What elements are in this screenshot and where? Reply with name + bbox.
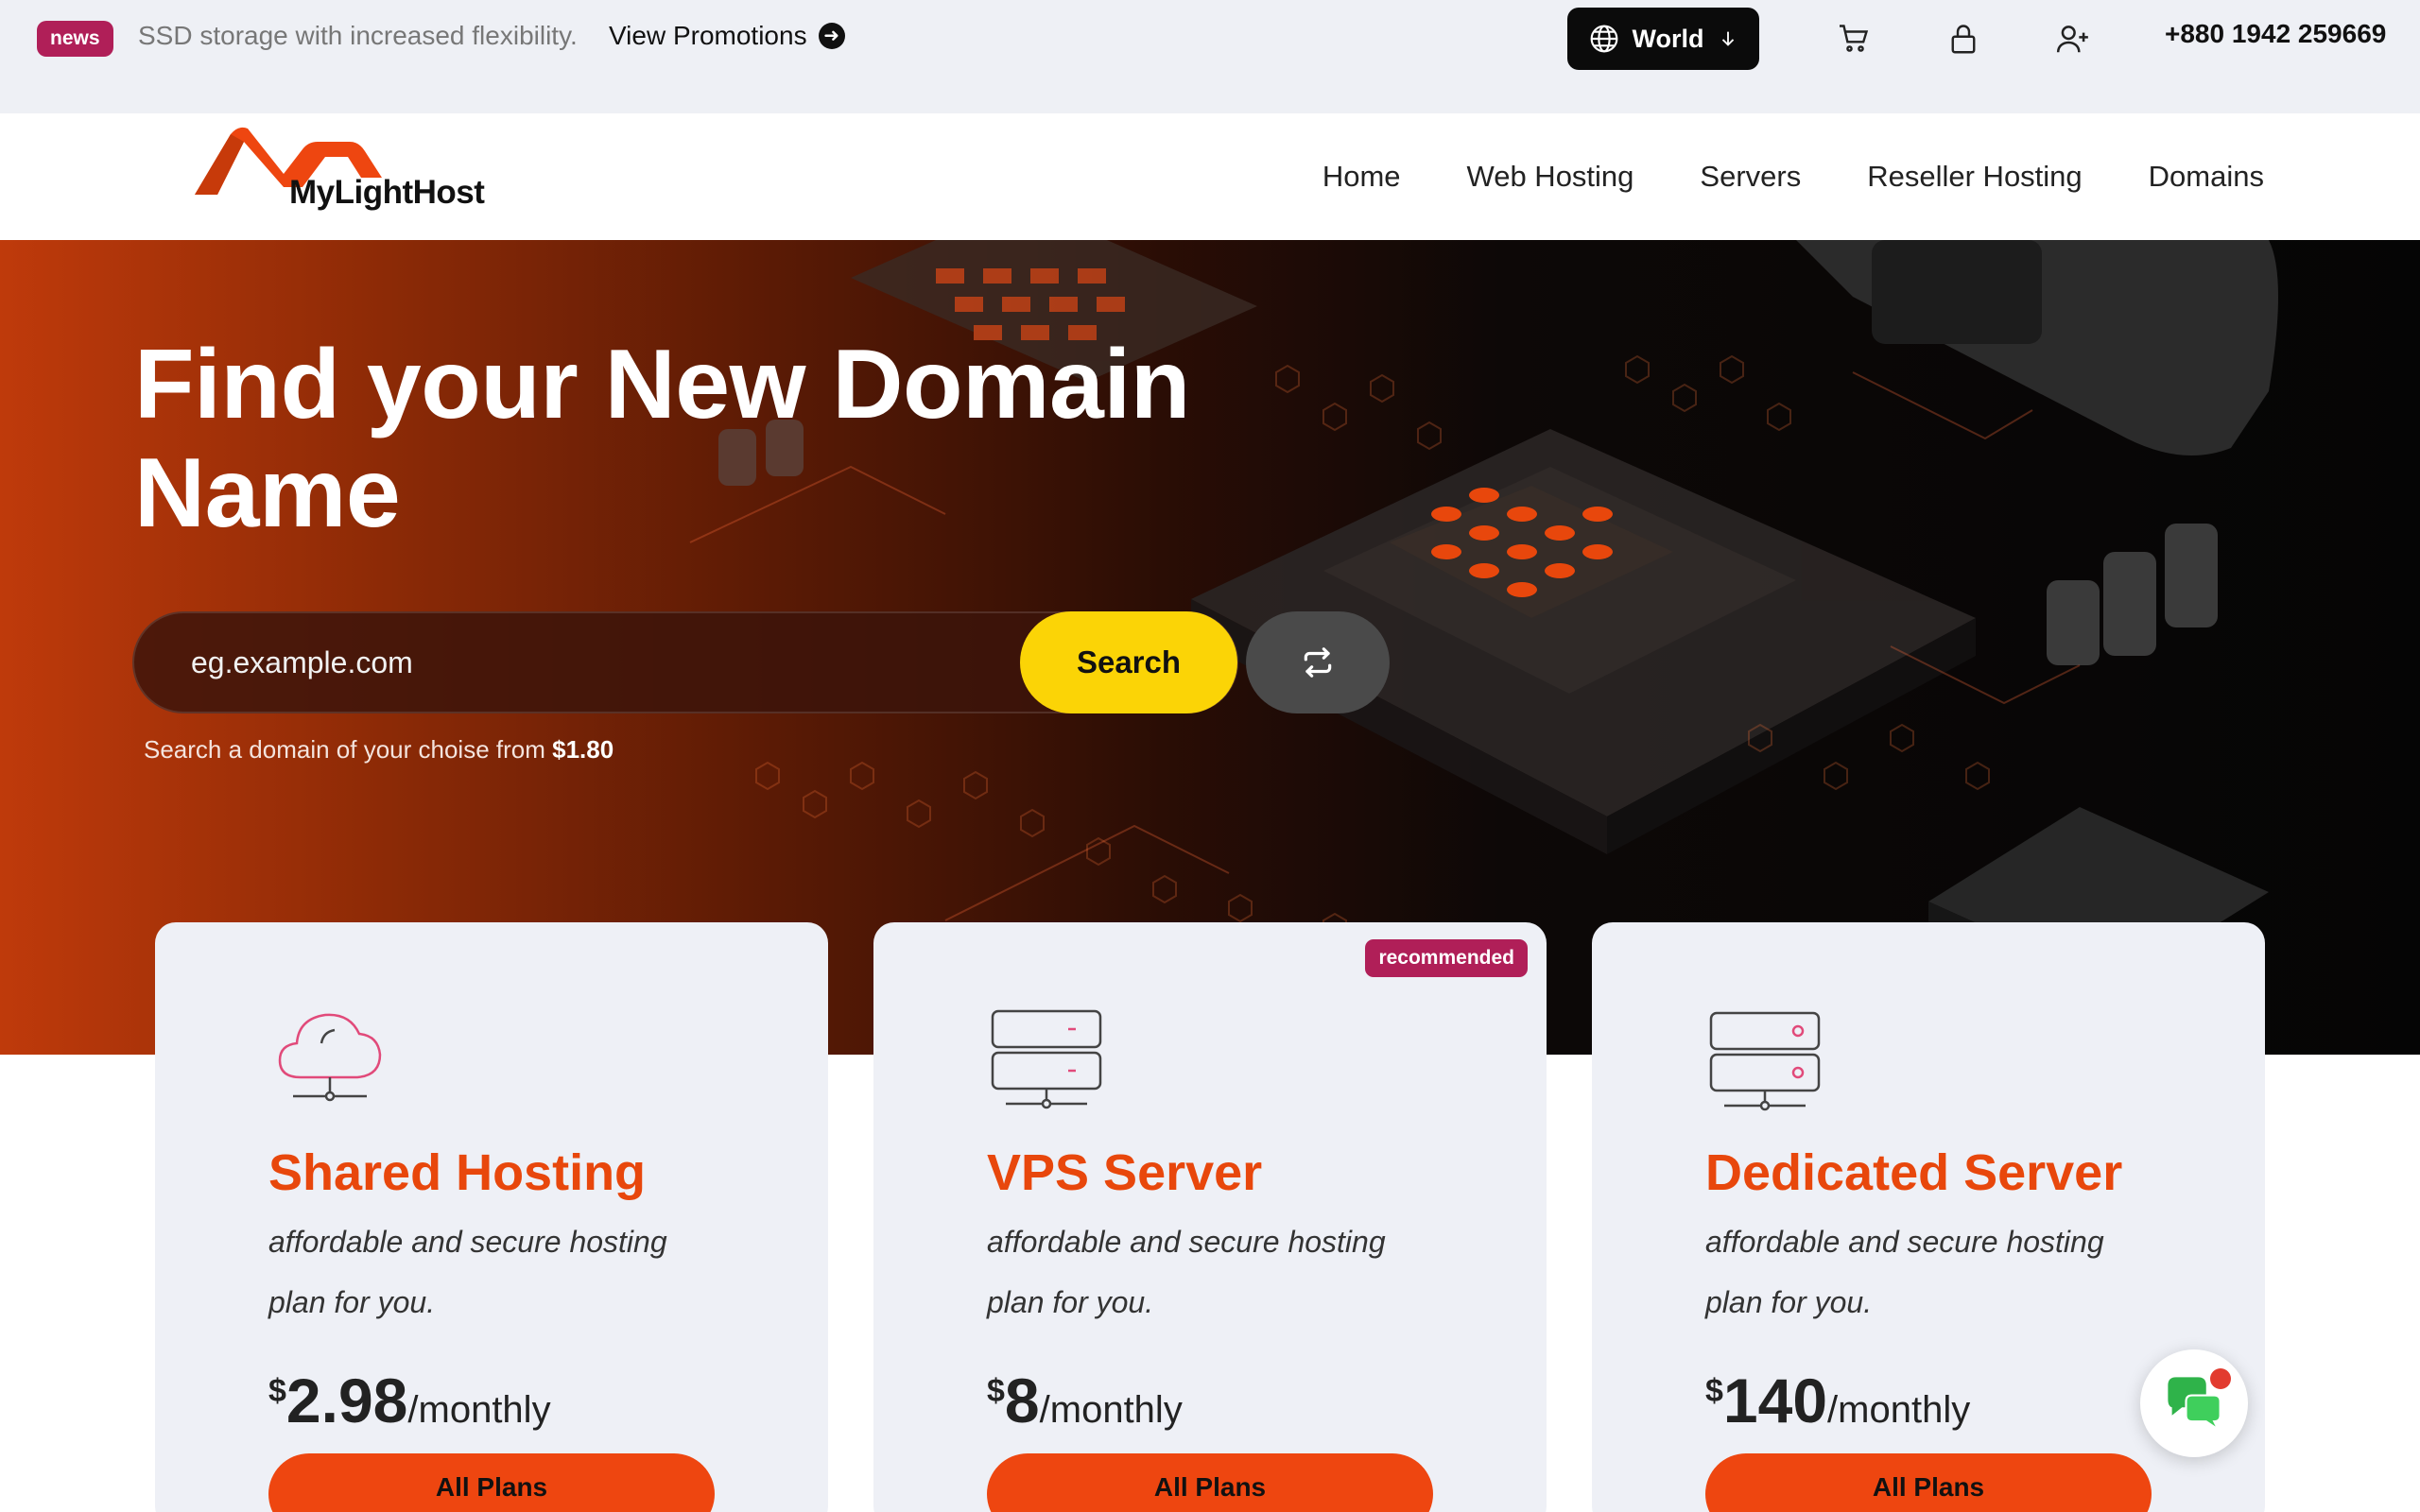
plan-price: $2.98/monthly bbox=[268, 1365, 551, 1436]
view-promotions-label: View Promotions bbox=[609, 21, 807, 50]
region-label: World bbox=[1632, 24, 1704, 53]
nav-item-web-hosting[interactable]: Web Hosting bbox=[1467, 160, 1634, 194]
all-plans-label: All Plans bbox=[1872, 1472, 1985, 1502]
lock-icon[interactable] bbox=[1942, 17, 1985, 60]
price-period: /monthly bbox=[1827, 1389, 1971, 1431]
all-plans-label: All Plans bbox=[1153, 1472, 1267, 1502]
top-bar: news SSD storage with increased flexibil… bbox=[0, 0, 2420, 113]
nav-item-home[interactable]: Home bbox=[1322, 160, 1401, 194]
view-promotions-link[interactable]: View Promotions ➜ bbox=[609, 17, 845, 55]
plan-description: affordable and secure hosting plan for y… bbox=[987, 1225, 1386, 1319]
nav-item-reseller-hosting[interactable]: Reseller Hosting bbox=[1867, 160, 2082, 194]
plan-description: affordable and secure hosting plan for y… bbox=[1705, 1225, 2104, 1319]
nav-item-servers[interactable]: Servers bbox=[1700, 160, 1801, 194]
search-hint: Search a domain of your choise from $1.8… bbox=[144, 735, 614, 765]
all-plans-button[interactable]: All Plans bbox=[268, 1453, 715, 1512]
nav-item-domains[interactable]: Domains bbox=[2149, 160, 2264, 194]
main-navigation: MyLightHost Home Web Hosting Servers Res… bbox=[0, 113, 2420, 240]
user-plus-icon[interactable] bbox=[2051, 17, 2095, 60]
phone-number[interactable]: +880 1942 259669 bbox=[2165, 15, 2386, 53]
domain-search-input[interactable] bbox=[191, 613, 1042, 712]
site-logo[interactable]: MyLightHost bbox=[193, 121, 505, 234]
price-currency: $ bbox=[268, 1373, 286, 1409]
all-plans-button[interactable]: All Plans bbox=[987, 1453, 1433, 1512]
plan-card-shared-hosting: Shared Hosting affordable and secure hos… bbox=[155, 922, 828, 1512]
plan-card-vps-server: recommended VPS Server affordable and se… bbox=[873, 922, 1547, 1512]
price-currency: $ bbox=[1705, 1373, 1723, 1409]
search-hint-text: Search a domain of your choise from bbox=[144, 735, 545, 764]
globe-icon bbox=[1590, 25, 1617, 53]
all-plans-button[interactable]: All Plans bbox=[1705, 1453, 2152, 1512]
news-badge: news bbox=[37, 21, 113, 57]
promo-text: SSD storage with increased flexibility. bbox=[138, 21, 578, 50]
server-network-icon bbox=[991, 1009, 1102, 1109]
price-amount: 8 bbox=[1004, 1366, 1040, 1435]
dedicated-server-icon bbox=[1709, 1011, 1821, 1111]
arrow-right-circle-icon: ➜ bbox=[818, 23, 845, 49]
price-currency: $ bbox=[987, 1373, 1005, 1409]
repeat-arrows-icon bbox=[1304, 647, 1332, 678]
nav-links: Home Web Hosting Servers Reseller Hostin… bbox=[1322, 113, 2264, 240]
price-amount: 140 bbox=[1722, 1366, 1828, 1435]
logo-text: MyLightHost bbox=[289, 174, 485, 211]
plan-title: VPS Server bbox=[987, 1144, 1263, 1201]
search-button[interactable]: Search bbox=[1020, 611, 1237, 713]
price-amount: 2.98 bbox=[285, 1366, 408, 1435]
cart-icon[interactable] bbox=[1832, 17, 1876, 60]
region-selector-button[interactable]: World bbox=[1567, 8, 1759, 70]
search-hint-price: $1.80 bbox=[552, 735, 614, 764]
arrow-down-icon bbox=[1721, 31, 1734, 46]
chat-widget-button[interactable] bbox=[2140, 1349, 2248, 1457]
transfer-domain-button[interactable] bbox=[1246, 611, 1390, 713]
search-button-label: Search bbox=[1076, 644, 1182, 679]
recommended-badge: recommended bbox=[1365, 939, 1528, 977]
hero-title: Find your New Domain Name bbox=[134, 330, 1190, 548]
notification-dot bbox=[2210, 1368, 2231, 1389]
price-period: /monthly bbox=[407, 1389, 551, 1431]
plan-title: Dedicated Server bbox=[1705, 1144, 2123, 1201]
price-period: /monthly bbox=[1039, 1389, 1183, 1431]
cloud-network-icon bbox=[278, 1013, 382, 1102]
all-plans-label: All Plans bbox=[435, 1472, 548, 1502]
plan-title: Shared Hosting bbox=[268, 1144, 647, 1201]
plan-description: affordable and secure hosting plan for y… bbox=[268, 1225, 667, 1319]
plan-price: $8/monthly bbox=[987, 1365, 1183, 1436]
plan-price: $140/monthly bbox=[1705, 1365, 1970, 1436]
